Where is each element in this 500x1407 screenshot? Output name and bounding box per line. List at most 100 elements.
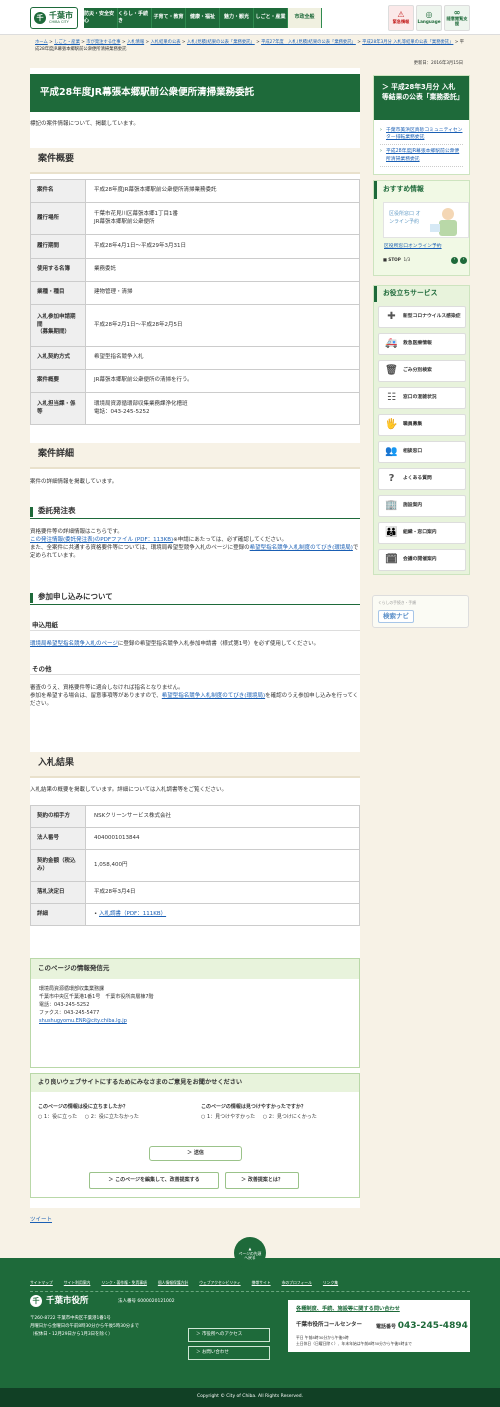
breadcrumb-link[interactable]: 入札結果の公表 (150, 40, 180, 45)
breadcrumb-link[interactable]: ホーム (35, 40, 48, 45)
footer-link[interactable]: 市のプロフィール (282, 1280, 312, 1286)
footer-link[interactable]: リンク・著作権・免責事項 (101, 1280, 147, 1286)
bid-link-text[interactable]: 千葉市美浜区真砂コミュニティセンター排転業務委託 (386, 128, 462, 140)
service-recruit[interactable]: 🖐 職員募集 (378, 414, 466, 436)
footer-divider (30, 1291, 470, 1292)
call-center-link[interactable]: 各種制度、手続、施設等に関する問い合わせ (296, 1306, 400, 1314)
radio-findable-no[interactable]: ○ 2：見つけにくかった (263, 1114, 317, 1121)
order-pdf-link[interactable]: この発注情報(委託発注表)のPDFファイル (PDF：113KB) (30, 537, 173, 543)
search-navi-banner[interactable]: くらしの手続き・手順 検索ナビ (372, 595, 469, 628)
breadcrumb-link[interactable]: 平成28年3月分 入札等結果の公表「業務委託」 (362, 40, 453, 45)
order-note: ※申請にあたっては、必ず確認してください。 (173, 536, 288, 543)
gnav-item-government[interactable]: 市政全般 (288, 8, 322, 28)
carousel-prev-icon[interactable]: ‹ (451, 257, 458, 264)
subsection-heading: 委託発注表 (30, 505, 360, 519)
service-faq[interactable]: ? よくある質問 (378, 468, 466, 490)
row-value: 平成28年3月4日 (85, 881, 360, 904)
service-consultation[interactable]: 👥 相談窓口 (378, 441, 466, 463)
row-header: 落札決定日 (30, 881, 86, 904)
radio-useful-yes[interactable]: ○ 1：役に立った (38, 1114, 77, 1121)
sidebar-bid-link[interactable]: 平成28年度JR幕張本郷駅前公衆便所清掃業務委託 (380, 145, 463, 167)
person-illustration-icon (430, 208, 457, 236)
gnav-item-childcare[interactable]: 子育て・教育 (152, 8, 186, 28)
emergency-button[interactable]: ⚠ 緊急情報 (388, 5, 414, 31)
form-desc: に登録の希望型指名競争入札参加申請書（様式第1号）を必ず使用してください。 (117, 641, 320, 647)
service-emergency-medical[interactable]: 🚑 救急医療情報 (378, 333, 466, 355)
contact-line: ファクス：043-245-5477 (39, 1010, 100, 1016)
env-bid-page-link[interactable]: 環境局希望型指名競争入札のページ (30, 641, 118, 647)
row-header: 法人番号 (30, 827, 86, 850)
recommend-banner[interactable]: 区役所窓口 オンライン予約 (383, 202, 469, 238)
guide-link[interactable]: 希望型指名競争入札制度のてびき(環境局) (250, 545, 353, 551)
breadcrumb-link[interactable]: しごと・産業 (54, 40, 80, 45)
question-label: このページの情報は見つけやすかったですか？ (201, 1104, 306, 1110)
footer-address: 〒260-8722 千葉市中央区千葉港1番1号 月曜日から金曜日の午前8時30分… (30, 1315, 139, 1339)
navi-label: 検索ナビ (378, 610, 414, 624)
improve-what-button[interactable]: ＞ 改善提案とは？ (225, 1172, 299, 1189)
gnav-item-business[interactable]: しごと・産業 (254, 8, 288, 28)
service-garbage[interactable]: 🗑 ごみ分別検索 (378, 360, 466, 382)
breadcrumb-link[interactable]: 市が発注する仕事 (86, 40, 120, 45)
footer-link[interactable]: 個人情報保護方針 (158, 1280, 188, 1286)
service-organization[interactable]: 👪 組織・窓口案内 (378, 522, 466, 544)
access-button[interactable]: ＞ 市役所へのアクセス (188, 1328, 270, 1342)
improve-edit-button[interactable]: ＞ このページを編集して、改善提案する (89, 1172, 219, 1189)
call-center-name: 千葉市役所コールセンター (296, 1322, 363, 1328)
order-common: また、全案件に共通する資格要件等については、環境局希望型競争入札のページに登録の (30, 544, 250, 551)
question-icon: ? (388, 472, 395, 484)
row-value: 1,058,400円 (85, 849, 360, 882)
city-emblem-icon: 千 (30, 1295, 42, 1308)
contact-email-link[interactable]: shushugyomu.ENR@city.chiba.lg.jp (39, 1018, 127, 1024)
footer-link[interactable]: 携帯サイト (252, 1280, 271, 1286)
guide-link-2[interactable]: 希望型指名競争入札制度のてびき(環境局) (162, 693, 265, 699)
minor-heading: 申込用紙 (30, 621, 360, 631)
table-row: 契約金額（税込み） 1,058,400円 (30, 849, 360, 882)
sidebar-bid-title[interactable]: ＞ 平成28年3月分 入札等結果の公表「業務委託」 (374, 76, 469, 120)
row-header: 契約金額（税込み） (30, 849, 86, 882)
row-header: 入札参加申請期間 （募集期間） (30, 304, 86, 347)
language-button[interactable]: ◎ Language (416, 5, 442, 31)
contact-line: 千葉市中央区千葉港1番1号 千葉市役所高層棟7階 (39, 994, 154, 1000)
contact-line: 電話：043-245-5252 (39, 1002, 90, 1008)
table-row: 法人番号 4040001013844 (30, 827, 360, 850)
accessibility-button[interactable]: ∞ 随意閲覧支援 (444, 5, 470, 31)
service-label: よくある質問 (403, 475, 432, 481)
updated-date: 更新日：2016年3月15日 (413, 61, 463, 66)
service-congestion[interactable]: ☷ 窓口の混雑状況 (378, 387, 466, 409)
service-label: ごみ分別検索 (403, 367, 432, 373)
banner-text: 区役所窓口 オンライン予約 (389, 211, 421, 225)
breadcrumb-link[interactable]: 入札(見積)結果の公表「業務委託」 (187, 40, 255, 45)
inquiry-button[interactable]: ＞ お問い合わせ (188, 1346, 270, 1360)
footer-link[interactable]: リンク集 (323, 1280, 338, 1286)
footer-link[interactable]: サイトマップ (30, 1280, 53, 1286)
survey-send-button[interactable]: ＞ 送信 (149, 1146, 242, 1161)
breadcrumb-link[interactable]: 平成27年度 入札(見積)結果の公表「業務委託」 (261, 40, 356, 45)
service-covid[interactable]: ✚ 新型コロナウイルス感染症 (378, 306, 466, 328)
sidebar-bid-link[interactable]: 千葉市美浜区真砂コミュニティセンター排転業務委託 (380, 124, 463, 146)
page-top-button[interactable]: ▲ ページの先頭へ戻る (234, 1237, 266, 1269)
service-meetings[interactable]: 🗓 会議の開催案内 (378, 549, 466, 571)
recommend-link[interactable]: 区役所窓口オンライン予約 (384, 244, 442, 251)
minor-heading: その他 (30, 665, 360, 675)
radio-label: 1：見つけやすかった (206, 1114, 256, 1121)
gnav-item-tourism[interactable]: 魅力・観光 (220, 8, 254, 28)
gnav-item-living[interactable]: くらし・手続き (118, 8, 152, 28)
site-logo[interactable]: 千 千葉市 CHIBA CITY (30, 7, 78, 29)
emergency-label: 緊急情報 (392, 18, 410, 24)
bid-link-text[interactable]: 平成28年度JR幕張本郷駅前公衆便所清掃業務委託 (386, 149, 459, 161)
gnav-item-health[interactable]: 健康・福祉 (186, 8, 220, 28)
gnav-item-safety[interactable]: 防災・安全安心 (84, 8, 118, 28)
tweet-link[interactable]: ツイート (30, 1217, 52, 1225)
footer-link[interactable]: ウェブアクセシビリティ (199, 1280, 240, 1286)
result-pdf-link[interactable]: 入札調書（PDF：111KB） (99, 911, 166, 917)
service-facilities[interactable]: 🏢 施設案内 (378, 495, 466, 517)
row-value: 平成28年4月1日～平成29年3月31日 (85, 234, 360, 259)
footer-link[interactable]: サイト利用案内 (64, 1280, 91, 1286)
carousel-next-icon[interactable]: › (460, 257, 467, 264)
radio-useful-no[interactable]: ○ 2：役に立たなかった (85, 1114, 139, 1121)
breadcrumb-link[interactable]: 入札情報 (127, 40, 144, 45)
carousel-stop-button[interactable]: ■ STOP 1/3 (383, 257, 410, 263)
row-value: 4040001013844 (85, 827, 360, 850)
hours-line: 土日休日（日曜日除く）、年末年始は午前8時30分から午後5時まで (296, 1341, 412, 1347)
radio-findable-yes[interactable]: ○ 1：見つけやすかった (201, 1114, 255, 1121)
